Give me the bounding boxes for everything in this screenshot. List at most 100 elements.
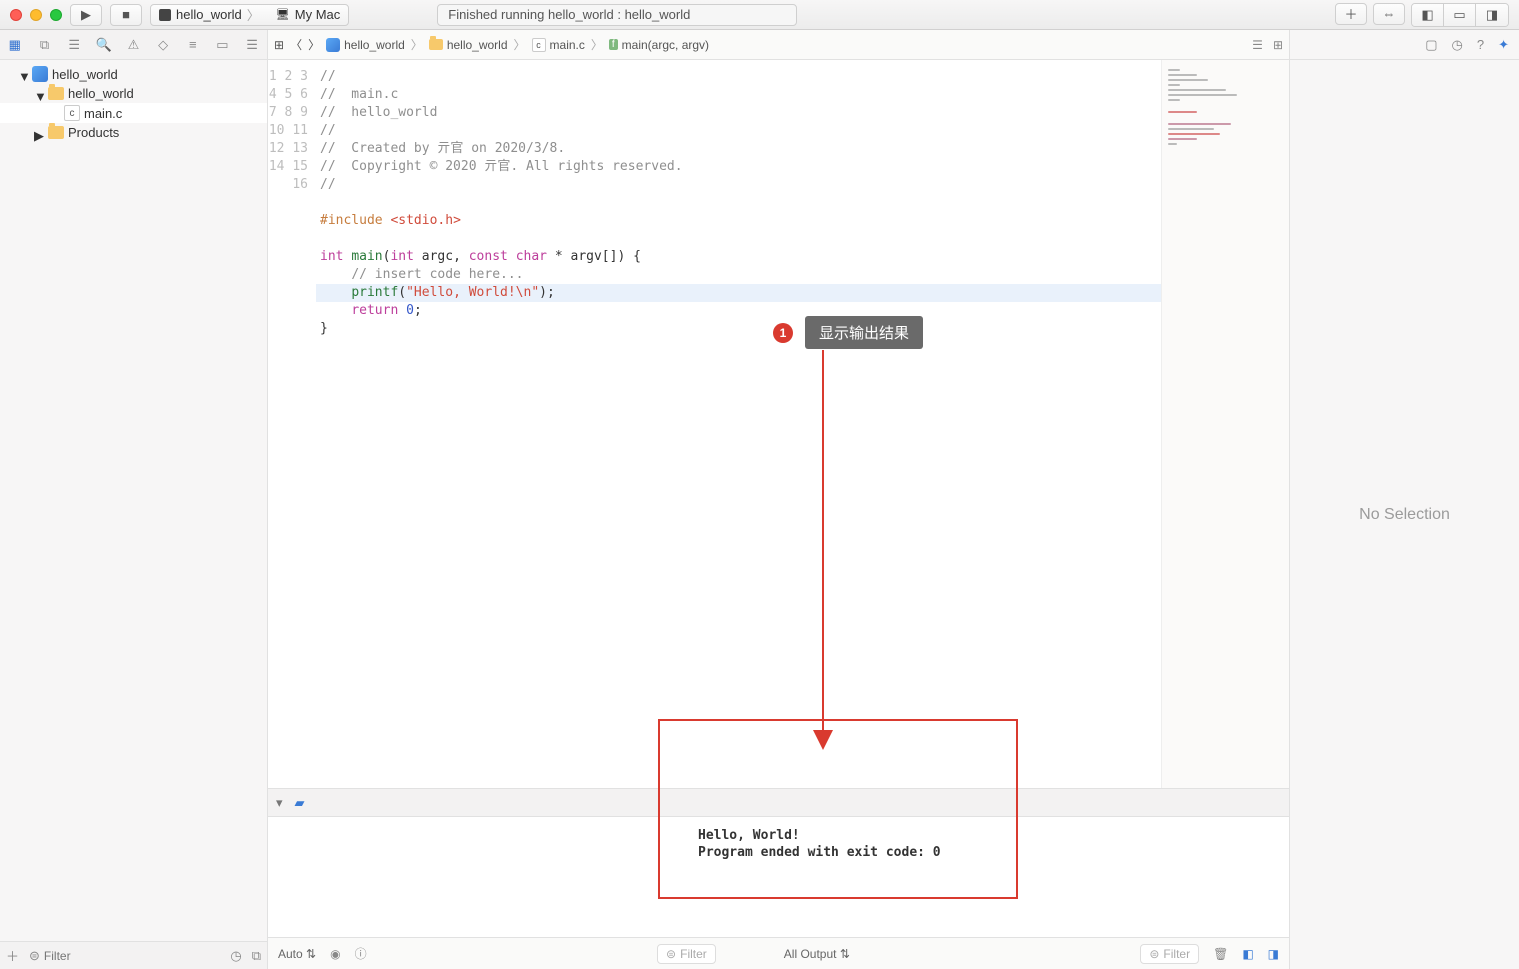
disclosure-icon[interactable]: ▶ <box>34 128 44 138</box>
inspector-tabs: ▢ ◷ ? ✦ <box>1290 30 1519 60</box>
jumpbar-segment-project[interactable]: hello_world <box>326 38 405 52</box>
attributes-inspector-tab[interactable]: ✦ <box>1498 37 1509 53</box>
breakpoint-toggle-icon[interactable]: ▰ <box>295 795 305 811</box>
add-button[interactable]: ＋ <box>6 946 19 965</box>
file-label: main.c <box>84 106 122 121</box>
eye-icon[interactable]: ◉ <box>330 947 340 961</box>
scm-icon[interactable]: ⧉ <box>252 948 261 964</box>
chevron-right-icon: 〉 <box>591 36 603 53</box>
close-window-button[interactable] <box>10 9 22 21</box>
filter-icon: ⊜ <box>666 947 676 961</box>
disclosure-icon[interactable]: ▼ <box>34 89 44 99</box>
symbol-navigator-tab[interactable]: ☰ <box>66 37 82 53</box>
output-dropdown[interactable]: All Output ⇅ <box>784 947 850 961</box>
chevron-right-icon: 〉 <box>514 36 526 53</box>
toggle-left-panel-button[interactable]: ◧ <box>1412 4 1444 26</box>
test-navigator-tab[interactable]: ◇ <box>155 37 171 53</box>
zoom-window-button[interactable] <box>50 9 62 21</box>
console-output[interactable]: Hello, World! Program ended with exit co… <box>268 817 1289 937</box>
folder-label: Products <box>68 125 119 140</box>
file-tree: ▼ hello_world ▼ hello_world c main.c ▶ P… <box>0 60 267 941</box>
chevron-right-icon: 〉 <box>411 36 423 53</box>
folder-icon <box>48 87 64 100</box>
clock-icon[interactable]: ◷ <box>230 948 241 964</box>
trash-icon[interactable]: 🗑 <box>1213 947 1228 961</box>
minimap[interactable] <box>1161 60 1289 788</box>
jumpbar-label: main.c <box>550 38 585 52</box>
stop-button[interactable]: ■ <box>110 4 142 26</box>
back-button[interactable]: 〈 <box>290 36 302 53</box>
source-control-navigator-tab[interactable]: ⧉ <box>36 37 52 53</box>
file-row-main-c[interactable]: c main.c <box>0 103 267 123</box>
navigator-filter[interactable]: ⊜ <box>29 948 220 964</box>
help-inspector-tab[interactable]: ? <box>1477 37 1484 52</box>
code-review-button[interactable]: ⇔ <box>1373 3 1405 25</box>
info-icon[interactable]: ⓘ <box>355 945 367 962</box>
debug-bar: ▾ ▰ <box>268 789 1289 817</box>
auto-dropdown[interactable]: Auto ⇅ <box>278 947 316 961</box>
forward-button[interactable]: 〉 <box>308 36 320 53</box>
toggle-bottom-panel-button[interactable]: ▭ <box>1444 4 1476 26</box>
editor-outline-button[interactable]: ☰ <box>1252 38 1263 52</box>
monitor-icon: 🖥 <box>276 8 290 21</box>
console-line: Program ended with exit code: 0 <box>698 845 941 860</box>
jump-bar: ⊞ 〈 〉 hello_world 〉 hello_world 〉 cmain.… <box>268 30 1289 60</box>
project-root-row[interactable]: ▼ hello_world <box>0 64 267 84</box>
annotation-callout: 1 显示输出结果 <box>773 316 923 349</box>
annotation-badge: 1 <box>773 323 793 343</box>
annotation-label: 显示输出结果 <box>819 325 909 342</box>
jumpbar-segment-symbol[interactable]: fmain(argc, argv) <box>609 38 709 52</box>
inspector-placeholder: No Selection <box>1359 506 1450 524</box>
run-button[interactable]: ▶ <box>70 4 102 26</box>
history-inspector-tab[interactable]: ◷ <box>1452 37 1463 53</box>
add-editor-button[interactable]: ⊞ <box>1273 38 1283 52</box>
find-navigator-tab[interactable]: 🔍 <box>96 37 112 53</box>
scheme-selector[interactable]: hello_world〉 🖥My Mac <box>150 4 349 26</box>
panel-toggle-group: ◧ ▭ ◨ <box>1411 3 1509 27</box>
filter-placeholder: Filter <box>680 947 707 961</box>
variables-filter[interactable]: ⊜ Filter <box>657 944 716 964</box>
folder-row-products[interactable]: ▶ Products <box>0 123 267 142</box>
split-left-icon[interactable]: ◧ <box>1242 947 1253 961</box>
navigator-bottom-bar: ＋ ⊜ ◷ ⧉ <box>0 941 267 969</box>
status-text: Finished running hello_world : hello_wor… <box>448 7 690 22</box>
window-controls <box>10 9 62 21</box>
filter-icon: ⊜ <box>29 948 40 964</box>
breakpoint-navigator-tab[interactable]: ▭ <box>214 37 230 53</box>
line-gutter: 1 2 3 4 5 6 7 8 9 10 11 12 13 14 15 16 <box>268 60 316 788</box>
inspector-panel: ▢ ◷ ? ✦ No Selection <box>1289 30 1519 969</box>
titlebar: ▶ ■ hello_world〉 🖥My Mac Finished runnin… <box>0 0 1519 30</box>
debug-dropdown-icon[interactable]: ▾ <box>276 795 283 811</box>
navigator-filter-input[interactable] <box>44 949 220 963</box>
main-area: ▦ ⧉ ☰ 🔍 ⚠ ◇ ≡ ▭ ☰ ▼ hello_world ▼ hello_… <box>0 30 1519 969</box>
code-editor[interactable]: 1 2 3 4 5 6 7 8 9 10 11 12 13 14 15 16 /… <box>268 60 1161 788</box>
issue-navigator-tab[interactable]: ⚠ <box>125 37 141 53</box>
annotation-tooltip: 显示输出结果 <box>805 316 923 349</box>
disclosure-icon[interactable]: ▼ <box>18 69 28 79</box>
related-items-button[interactable]: ⊞ <box>274 38 284 52</box>
jumpbar-label: main(argc, argv) <box>622 38 709 52</box>
toggle-right-panel-button[interactable]: ◨ <box>1476 4 1508 26</box>
jumpbar-segment-folder[interactable]: hello_world <box>429 38 508 52</box>
activity-status: Finished running hello_world : hello_wor… <box>437 4 797 26</box>
inspector-body: No Selection <box>1290 60 1519 969</box>
library-plus-button[interactable]: ＋ <box>1335 3 1367 25</box>
minimize-window-button[interactable] <box>30 9 42 21</box>
scheme-device-label: My Mac <box>295 7 341 22</box>
console-filter[interactable]: ⊜Filter <box>1140 944 1199 964</box>
jumpbar-segment-file[interactable]: cmain.c <box>532 38 585 52</box>
project-navigator-tab[interactable]: ▦ <box>7 37 23 53</box>
jumpbar-label: hello_world <box>447 38 508 52</box>
folder-label: hello_world <box>68 86 134 101</box>
folder-icon <box>429 39 443 50</box>
split-right-icon[interactable]: ◨ <box>1268 947 1279 961</box>
code-content[interactable]: //// main.c// hello_world//// Created by… <box>316 60 1161 788</box>
editor-body: 1 2 3 4 5 6 7 8 9 10 11 12 13 14 15 16 /… <box>268 60 1289 789</box>
project-root-label: hello_world <box>52 67 118 82</box>
file-inspector-tab[interactable]: ▢ <box>1425 37 1437 53</box>
folder-icon <box>48 126 64 139</box>
scheme-project-label: hello_world <box>176 7 242 22</box>
folder-row-hello-world[interactable]: ▼ hello_world <box>0 84 267 103</box>
report-navigator-tab[interactable]: ☰ <box>244 37 260 53</box>
debug-navigator-tab[interactable]: ≡ <box>185 37 201 53</box>
